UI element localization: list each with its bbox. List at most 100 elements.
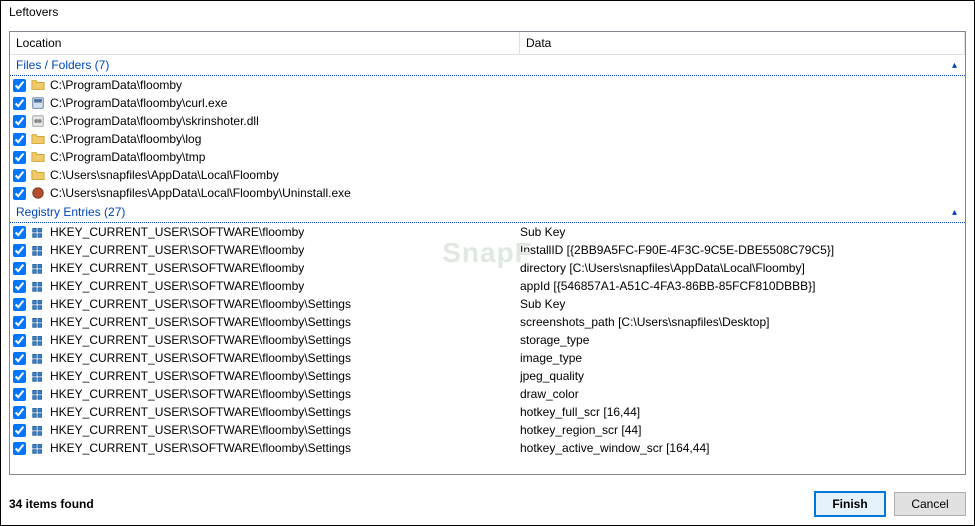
exe-icon — [30, 95, 46, 111]
row-checkbox[interactable] — [13, 352, 26, 365]
list-item[interactable]: C:\ProgramData\floomby — [10, 76, 965, 94]
folder-icon — [30, 167, 46, 183]
row-location: HKEY_CURRENT_USER\SOFTWARE\floomby\Setti… — [50, 351, 520, 365]
row-location: HKEY_CURRENT_USER\SOFTWARE\floomby\Setti… — [50, 297, 520, 311]
uninstall-icon — [30, 185, 46, 201]
row-location: HKEY_CURRENT_USER\SOFTWARE\floomby — [50, 243, 520, 257]
list-item[interactable]: HKEY_CURRENT_USER\SOFTWARE\floomby\Setti… — [10, 439, 965, 457]
list-item[interactable]: C:\Users\snapfiles\AppData\Local\Floomby… — [10, 184, 965, 202]
finish-button[interactable]: Finish — [814, 491, 886, 517]
list-item[interactable]: HKEY_CURRENT_USER\SOFTWARE\floombyInstal… — [10, 241, 965, 259]
row-checkbox[interactable] — [13, 388, 26, 401]
content-area: SnapF Location Data Files / Folders (7) … — [1, 23, 974, 483]
row-location: HKEY_CURRENT_USER\SOFTWARE\floomby — [50, 261, 520, 275]
list-item[interactable]: HKEY_CURRENT_USER\SOFTWARE\floomby\Setti… — [10, 349, 965, 367]
registry-icon — [30, 404, 46, 420]
list-item[interactable]: C:\ProgramData\floomby\curl.exe — [10, 94, 965, 112]
registry-icon — [30, 224, 46, 240]
registry-icon — [30, 278, 46, 294]
rows-scroll[interactable]: Files / Folders (7) ▴ C:\ProgramData\flo… — [10, 55, 965, 474]
row-data: Sub Key — [520, 297, 962, 311]
list-item[interactable]: C:\ProgramData\floomby\tmp — [10, 148, 965, 166]
list-item[interactable]: HKEY_CURRENT_USER\SOFTWARE\floombySub Ke… — [10, 223, 965, 241]
row-data: appId [{546857A1-A51C-4FA3-86BB-85FCF810… — [520, 279, 962, 293]
footer: 34 items found Finish Cancel — [1, 483, 974, 525]
row-location: HKEY_CURRENT_USER\SOFTWARE\floomby\Setti… — [50, 387, 520, 401]
list-item[interactable]: C:\Users\snapfiles\AppData\Local\Floomby — [10, 166, 965, 184]
section-files[interactable]: Files / Folders (7) ▴ — [10, 55, 965, 76]
registry-icon — [30, 350, 46, 366]
section-registry[interactable]: Registry Entries (27) ▴ — [10, 202, 965, 223]
folder-icon — [30, 149, 46, 165]
folder-icon — [30, 77, 46, 93]
row-data: draw_color — [520, 387, 962, 401]
row-checkbox[interactable] — [13, 244, 26, 257]
list-item[interactable]: HKEY_CURRENT_USER\SOFTWARE\floomby\Setti… — [10, 295, 965, 313]
list-item[interactable]: HKEY_CURRENT_USER\SOFTWARE\floomby\Setti… — [10, 403, 965, 421]
row-location: C:\Users\snapfiles\AppData\Local\Floomby — [50, 168, 520, 182]
list-item[interactable]: HKEY_CURRENT_USER\SOFTWARE\floomby\Setti… — [10, 313, 965, 331]
row-checkbox[interactable] — [13, 115, 26, 128]
row-checkbox[interactable] — [13, 298, 26, 311]
registry-icon — [30, 368, 46, 384]
row-data: jpeg_quality — [520, 369, 962, 383]
row-checkbox[interactable] — [13, 424, 26, 437]
leftovers-list: SnapF Location Data Files / Folders (7) … — [9, 31, 966, 475]
row-checkbox[interactable] — [13, 370, 26, 383]
list-item[interactable]: HKEY_CURRENT_USER\SOFTWARE\floomby\Setti… — [10, 385, 965, 403]
row-checkbox[interactable] — [13, 226, 26, 239]
list-item[interactable]: C:\ProgramData\floomby\log — [10, 130, 965, 148]
folder-icon — [30, 131, 46, 147]
list-item[interactable]: HKEY_CURRENT_USER\SOFTWARE\floomby\Setti… — [10, 367, 965, 385]
list-item[interactable]: C:\ProgramData\floomby\skrinshoter.dll — [10, 112, 965, 130]
row-data: hotkey_active_window_scr [164,44] — [520, 441, 962, 455]
row-checkbox[interactable] — [13, 316, 26, 329]
column-data[interactable]: Data — [520, 32, 965, 54]
row-location: C:\ProgramData\floomby\curl.exe — [50, 96, 520, 110]
row-checkbox[interactable] — [13, 187, 26, 200]
registry-icon — [30, 260, 46, 276]
row-location: HKEY_CURRENT_USER\SOFTWARE\floomby — [50, 225, 520, 239]
cancel-button[interactable]: Cancel — [894, 492, 966, 516]
section-registry-label: Registry Entries (27) — [16, 205, 125, 219]
registry-icon — [30, 386, 46, 402]
row-checkbox[interactable] — [13, 280, 26, 293]
row-checkbox[interactable] — [13, 79, 26, 92]
row-data: storage_type — [520, 333, 962, 347]
column-headers: Location Data — [10, 32, 965, 55]
registry-icon — [30, 332, 46, 348]
row-checkbox[interactable] — [13, 97, 26, 110]
chevron-up-icon: ▴ — [952, 60, 957, 71]
registry-icon — [30, 314, 46, 330]
row-location: C:\ProgramData\floomby\log — [50, 132, 520, 146]
row-data: screenshots_path [C:\Users\snapfiles\Des… — [520, 315, 962, 329]
column-location[interactable]: Location — [10, 32, 520, 54]
dll-icon — [30, 113, 46, 129]
row-data: image_type — [520, 351, 962, 365]
row-checkbox[interactable] — [13, 262, 26, 275]
window-title: Leftovers — [1, 1, 974, 23]
row-checkbox[interactable] — [13, 133, 26, 146]
row-location: HKEY_CURRENT_USER\SOFTWARE\floomby\Setti… — [50, 423, 520, 437]
row-location: C:\ProgramData\floomby\skrinshoter.dll — [50, 114, 520, 128]
row-location: HKEY_CURRENT_USER\SOFTWARE\floomby\Setti… — [50, 315, 520, 329]
row-checkbox[interactable] — [13, 151, 26, 164]
list-item[interactable]: HKEY_CURRENT_USER\SOFTWARE\floombydirect… — [10, 259, 965, 277]
row-location: C:\ProgramData\floomby — [50, 78, 520, 92]
registry-icon — [30, 296, 46, 312]
row-location: HKEY_CURRENT_USER\SOFTWARE\floomby — [50, 279, 520, 293]
row-checkbox[interactable] — [13, 442, 26, 455]
registry-icon — [30, 422, 46, 438]
list-item[interactable]: HKEY_CURRENT_USER\SOFTWARE\floomby\Setti… — [10, 331, 965, 349]
row-data: hotkey_full_scr [16,44] — [520, 405, 962, 419]
section-files-label: Files / Folders (7) — [16, 58, 109, 72]
row-location: HKEY_CURRENT_USER\SOFTWARE\floomby\Setti… — [50, 369, 520, 383]
row-checkbox[interactable] — [13, 406, 26, 419]
row-location: C:\Users\snapfiles\AppData\Local\Floomby… — [50, 186, 520, 200]
row-location: HKEY_CURRENT_USER\SOFTWARE\floomby\Setti… — [50, 333, 520, 347]
row-checkbox[interactable] — [13, 169, 26, 182]
list-item[interactable]: HKEY_CURRENT_USER\SOFTWARE\floombyappId … — [10, 277, 965, 295]
row-checkbox[interactable] — [13, 334, 26, 347]
row-location: HKEY_CURRENT_USER\SOFTWARE\floomby\Setti… — [50, 405, 520, 419]
list-item[interactable]: HKEY_CURRENT_USER\SOFTWARE\floomby\Setti… — [10, 421, 965, 439]
